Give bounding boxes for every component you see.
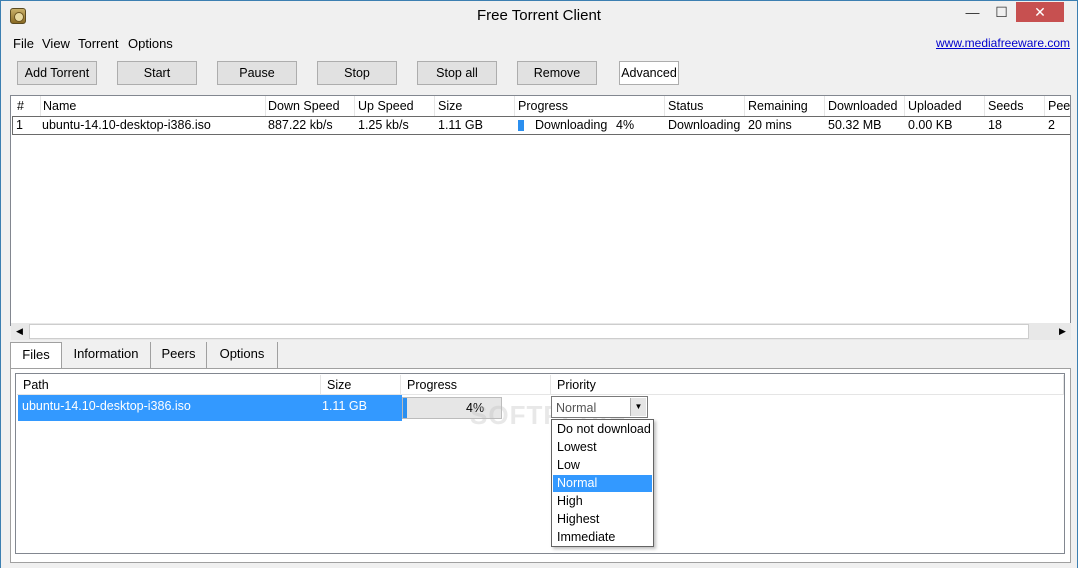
- close-button[interactable]: ✕: [1016, 2, 1064, 22]
- menu-view[interactable]: View: [42, 36, 70, 51]
- torrent-list-header: # Name Down Speed Up Speed Size Progress…: [11, 96, 1070, 116]
- file-progress-fill: [403, 398, 407, 418]
- files-column-size[interactable]: Size: [321, 375, 401, 395]
- maximize-button[interactable]: ☐: [988, 2, 1015, 22]
- torrent-name: ubuntu-14.10-desktop-i386.iso: [42, 118, 211, 132]
- torrent-peers: 2: [1048, 118, 1055, 132]
- scrollbar-thumb[interactable]: [29, 324, 1029, 339]
- advanced-button[interactable]: Advanced: [619, 61, 679, 85]
- add-torrent-button[interactable]: Add Torrent: [17, 61, 97, 85]
- priority-option-highest[interactable]: Highest: [553, 511, 652, 528]
- priority-select[interactable]: Normal ▼: [551, 396, 648, 418]
- column-header-seeds[interactable]: Seeds: [985, 96, 1045, 116]
- window-title: Free Torrent Client: [477, 7, 601, 24]
- torrent-uploaded: 0.00 KB: [908, 118, 953, 132]
- scroll-right-icon[interactable]: ▶: [1054, 323, 1071, 340]
- torrent-status: Downloading: [668, 118, 741, 132]
- column-header-peers[interactable]: Peers: [1045, 96, 1070, 116]
- window-frame-left: [0, 31, 8, 568]
- column-header-up-speed[interactable]: Up Speed: [355, 96, 435, 116]
- torrent-row[interactable]: 1 ubuntu-14.10-desktop-i386.iso 887.22 k…: [12, 116, 1070, 135]
- menu-options[interactable]: Options: [128, 36, 173, 51]
- file-path: ubuntu-14.10-desktop-i386.iso: [22, 399, 191, 413]
- scroll-left-icon[interactable]: ◀: [11, 323, 28, 340]
- tab-peers[interactable]: Peers: [151, 342, 207, 368]
- priority-option-immediate[interactable]: Immediate: [553, 529, 652, 546]
- priority-option-low[interactable]: Low: [553, 457, 652, 474]
- column-header-number[interactable]: #: [14, 96, 41, 116]
- torrent-downloaded: 50.32 MB: [828, 118, 882, 132]
- priority-option-normal[interactable]: Normal: [553, 475, 652, 492]
- column-header-progress[interactable]: Progress: [515, 96, 665, 116]
- column-header-uploaded[interactable]: Uploaded: [905, 96, 985, 116]
- tab-information[interactable]: Information: [62, 342, 151, 368]
- priority-option-do-not-download[interactable]: Do not download: [553, 421, 652, 438]
- window-frame-right: [1070, 31, 1078, 568]
- priority-option-high[interactable]: High: [553, 493, 652, 510]
- file-row[interactable]: ubuntu-14.10-desktop-i386.iso 1.11 GB: [18, 395, 402, 421]
- torrent-size: 1.11 GB: [438, 118, 483, 132]
- title-bar: Free Torrent Client — ☐ ✕: [0, 0, 1078, 31]
- torrent-remaining: 20 mins: [748, 118, 792, 132]
- pause-button[interactable]: Pause: [217, 61, 297, 85]
- menu-file[interactable]: File: [13, 36, 34, 51]
- tab-options[interactable]: Options: [207, 342, 278, 368]
- torrent-progress-bar: [518, 120, 524, 131]
- website-link[interactable]: www.mediafreeware.com: [936, 36, 1070, 50]
- horizontal-scrollbar[interactable]: ◀ ▶: [11, 323, 1071, 340]
- start-button[interactable]: Start: [117, 61, 197, 85]
- torrent-progress-label: Downloading: [535, 118, 608, 132]
- menu-torrent[interactable]: Torrent: [78, 36, 118, 51]
- file-size: 1.11 GB: [322, 399, 367, 413]
- torrent-list[interactable]: # Name Down Speed Up Speed Size Progress…: [10, 95, 1071, 326]
- stop-button[interactable]: Stop: [317, 61, 397, 85]
- chevron-down-icon[interactable]: ▼: [630, 398, 646, 416]
- priority-option-lowest[interactable]: Lowest: [553, 439, 652, 456]
- menu-bar: File View Torrent Options www.mediafreew…: [8, 32, 1070, 54]
- remove-button[interactable]: Remove: [517, 61, 597, 85]
- files-column-path[interactable]: Path: [17, 375, 321, 395]
- torrent-number: 1: [16, 118, 23, 132]
- column-header-down-speed[interactable]: Down Speed: [265, 96, 355, 116]
- torrent-progress-percent: 4%: [616, 118, 635, 132]
- column-header-size[interactable]: Size: [435, 96, 515, 116]
- column-header-remaining[interactable]: Remaining: [745, 96, 825, 116]
- torrent-down-speed: 887.22 kb/s: [268, 118, 333, 132]
- minimize-button[interactable]: —: [958, 2, 987, 22]
- priority-value: Normal: [556, 401, 597, 415]
- files-column-priority[interactable]: Priority: [551, 375, 1064, 395]
- stop-all-button[interactable]: Stop all: [417, 61, 497, 85]
- torrent-up-speed: 1.25 kb/s: [358, 118, 409, 132]
- files-column-progress[interactable]: Progress: [401, 375, 551, 395]
- column-header-name[interactable]: Name: [40, 96, 266, 116]
- column-header-status[interactable]: Status: [665, 96, 745, 116]
- priority-dropdown[interactable]: Do not download Lowest Low Normal High H…: [551, 419, 654, 547]
- torrent-seeds: 18: [988, 118, 1002, 132]
- column-header-downloaded[interactable]: Downloaded: [825, 96, 905, 116]
- tab-files[interactable]: Files: [10, 342, 62, 370]
